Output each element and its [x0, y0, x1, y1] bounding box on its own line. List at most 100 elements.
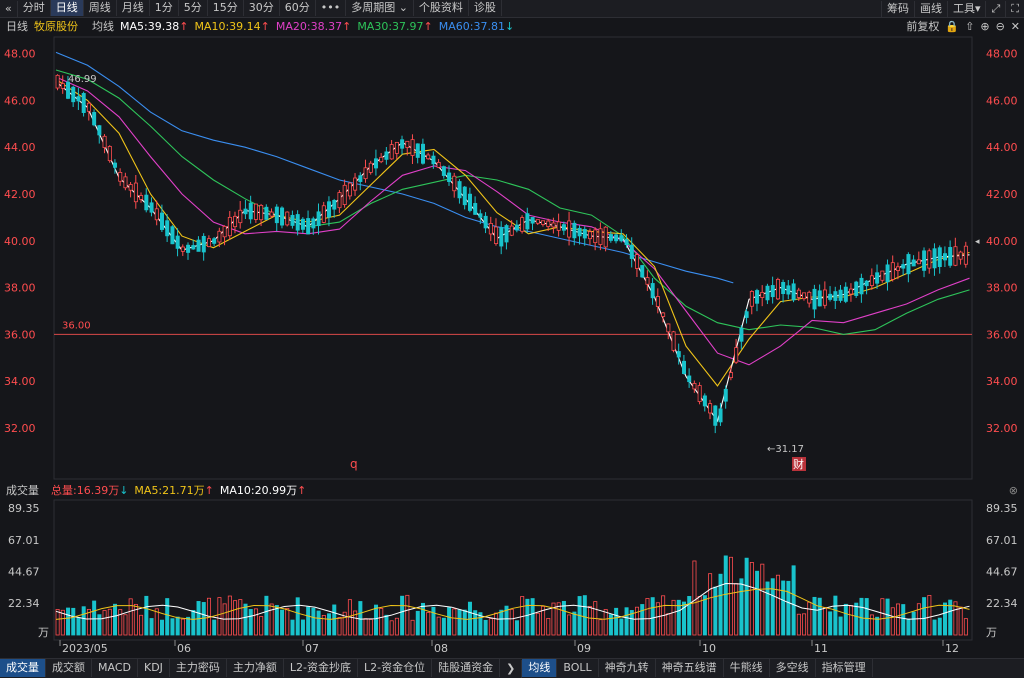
volume-bar [66, 607, 71, 636]
volume-bar [379, 608, 384, 636]
volume-bar [436, 616, 441, 636]
indicator-tab-left-2[interactable]: MACD [92, 659, 138, 677]
indicator-tab-right-4[interactable]: 牛熊线 [724, 659, 770, 677]
adjust-dropdown[interactable]: 前复权 [906, 18, 939, 34]
period-tab-2[interactable]: 周线 [84, 0, 117, 16]
candle-body [212, 238, 217, 244]
period-tab-0[interactable]: 分时 [18, 0, 51, 16]
lock-icon[interactable]: 🔒 [945, 20, 959, 33]
vol-tick-right: 44.67 [986, 566, 1018, 579]
volume-bar [128, 598, 133, 636]
period-tab-10[interactable]: 多周期图 ⌄ [346, 0, 414, 16]
indicator-tab-right-0[interactable]: 均线 [522, 659, 558, 677]
indicator-tab-left-3[interactable]: KDJ [138, 659, 170, 677]
indicator-tab-right-6[interactable]: 指标管理 [816, 659, 873, 677]
volume-bar [916, 603, 921, 636]
tabs-scroll-icon[interactable]: ❯ [500, 659, 523, 678]
candle-body [243, 208, 248, 215]
period-tab-11[interactable]: 个股资料 [414, 0, 469, 16]
candle-body [932, 248, 937, 269]
ma10-value: MA10:39.14↑ [194, 19, 270, 33]
volume-bar [316, 610, 321, 636]
candle-body [645, 277, 650, 285]
volume-bar [520, 596, 525, 636]
vol-unit-left: 万 [38, 626, 49, 639]
indicator-tab-right-1[interactable]: BOLL [557, 659, 599, 677]
period-tab-8[interactable]: 60分 [280, 0, 316, 16]
volume-bar [447, 607, 452, 636]
candle-body [81, 93, 86, 113]
indicator-tab-left-5[interactable]: 主力净额 [227, 659, 284, 677]
candle-body [149, 202, 154, 213]
volume-bar [728, 556, 733, 636]
period-tab-5[interactable]: 5分 [179, 0, 208, 16]
close-icon[interactable]: ✕ [1011, 20, 1020, 33]
candle-body [556, 221, 561, 231]
candle-body [316, 211, 321, 227]
volume-bar [608, 614, 613, 636]
volume-bar [849, 605, 854, 636]
candle-body [128, 184, 133, 191]
volume-bar [885, 598, 890, 636]
back-icon[interactable]: « [0, 0, 18, 17]
y-tick-right: 46.00 [986, 94, 1018, 107]
candle-body [598, 228, 603, 245]
candle-body [916, 259, 921, 265]
period-tab-3[interactable]: 月线 [117, 0, 150, 16]
indicator-tab-left-8[interactable]: 陆股通资金 [432, 659, 501, 677]
volume-bar [217, 597, 222, 636]
volume-bar [796, 613, 801, 636]
indicator-tab-left-6[interactable]: L2-资金抄底 [284, 659, 359, 677]
y-tick-left: 46.00 [4, 94, 36, 107]
volume-bar [723, 555, 728, 636]
candle-body [478, 213, 483, 218]
zoom-in-icon[interactable]: ⊕ [980, 20, 989, 33]
volume-bar [880, 598, 885, 636]
period-label: 日线 [6, 20, 28, 33]
ma5-value: MA5:39.38↑ [120, 19, 189, 33]
indicator-tab-right-5[interactable]: 多空线 [770, 659, 816, 677]
volume-bar [828, 611, 833, 636]
volume-bar [159, 619, 164, 636]
volume-bar [462, 609, 467, 636]
tools-button[interactable]: 工具▾ [946, 0, 986, 17]
candle-body [760, 291, 765, 298]
volume-close-icon[interactable]: ⊗ [1009, 484, 1018, 497]
candle-body [71, 86, 76, 103]
volume-bar [86, 608, 91, 636]
period-tab-9[interactable]: ••• [316, 0, 347, 16]
volume-bar [353, 610, 358, 636]
price-panel-frame [53, 36, 973, 480]
indicator-tab-left-4[interactable]: 主力密码 [170, 659, 227, 677]
period-tab-4[interactable]: 1分 [150, 0, 179, 16]
candle-body [238, 209, 243, 224]
volume-bar [556, 602, 561, 636]
y-tick-right: 34.00 [986, 375, 1018, 388]
indicator-tab-left-1[interactable]: 成交额 [46, 659, 92, 677]
candle-body [306, 218, 311, 235]
indicator-tab-right-3[interactable]: 神奇五线谱 [656, 659, 724, 677]
period-tab-12[interactable]: 诊股 [469, 0, 502, 16]
period-tab-1[interactable]: 日线 [50, 0, 84, 16]
period-tab-7[interactable]: 30分 [244, 0, 280, 16]
y-tick-left: 48.00 [4, 48, 36, 61]
indicator-tab-left-0[interactable]: 成交量 [0, 659, 46, 677]
restore-icon[interactable]: ⤢ [985, 0, 1005, 17]
zoom-out-icon[interactable]: ⊖ [996, 20, 1005, 33]
ma30-value: MA30:37.97↑ [357, 19, 433, 33]
candle-body [457, 181, 462, 199]
indicator-tab-right-2[interactable]: 神奇九转 [599, 659, 656, 677]
arrow-up-icon[interactable]: ⇧ [965, 20, 974, 33]
volume-bar [541, 605, 546, 636]
candle-body [347, 182, 352, 197]
draw-line-button[interactable]: 画线 [913, 0, 947, 17]
indicator-tab-left-7[interactable]: L2-资金仓位 [358, 659, 433, 677]
period-tab-6[interactable]: 15分 [208, 0, 244, 16]
candle-body [582, 228, 587, 239]
candle-body [791, 283, 796, 301]
fullscreen-icon[interactable]: ⛶ [1005, 0, 1024, 17]
chips-button[interactable]: 筹码 [880, 0, 914, 17]
volume-bar [332, 604, 337, 636]
volume-bar [76, 617, 81, 636]
volume-bar [692, 560, 697, 636]
